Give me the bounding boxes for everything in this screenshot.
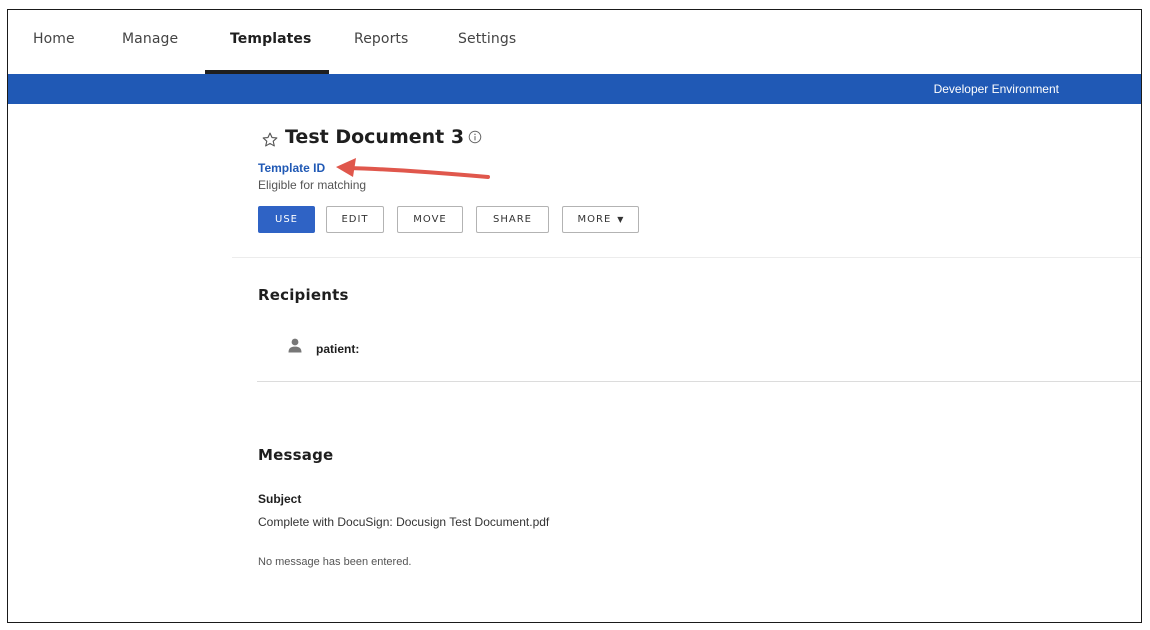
nav-home[interactable]: Home xyxy=(33,31,75,47)
nav-settings[interactable]: Settings xyxy=(458,31,516,47)
edit-button-label: EDIT xyxy=(341,214,369,225)
nav-manage[interactable]: Manage xyxy=(122,31,178,47)
more-button[interactable]: MORE ▼ xyxy=(562,206,639,233)
header-divider xyxy=(232,257,1141,258)
top-nav: Home Manage Templates Reports Settings xyxy=(8,10,1141,74)
template-title: Test Document 3 xyxy=(285,126,465,148)
subject-label: Subject xyxy=(258,492,302,506)
message-body: No message has been entered. xyxy=(258,556,412,568)
nav-templates[interactable]: Templates xyxy=(230,31,311,47)
person-icon xyxy=(288,338,302,353)
move-button[interactable]: MOVE xyxy=(397,206,463,233)
environment-banner: Developer Environment xyxy=(8,74,1141,104)
template-id-link[interactable]: Template ID xyxy=(258,161,325,175)
move-button-label: MOVE xyxy=(413,214,447,225)
use-button[interactable]: USE xyxy=(258,206,315,233)
info-circle-icon[interactable] xyxy=(468,130,482,144)
annotation-arrow xyxy=(336,158,490,179)
recipients-divider xyxy=(257,381,1141,382)
app-window: Home Manage Templates Reports Settings D… xyxy=(7,9,1142,623)
message-heading: Message xyxy=(258,446,334,464)
share-button[interactable]: SHARE xyxy=(476,206,549,233)
subject-value: Complete with DocuSign: Docusign Test Do… xyxy=(258,515,550,529)
more-button-label: MORE xyxy=(577,214,612,225)
caret-down-icon: ▼ xyxy=(617,215,624,224)
recipients-heading: Recipients xyxy=(258,286,349,304)
use-button-label: USE xyxy=(275,214,298,225)
nav-reports[interactable]: Reports xyxy=(354,31,408,47)
edit-button[interactable]: EDIT xyxy=(326,206,384,233)
share-button-label: SHARE xyxy=(493,214,532,225)
star-outline-icon[interactable] xyxy=(261,131,279,149)
environment-label: Developer Environment xyxy=(933,82,1059,96)
recipient-name: patient: xyxy=(316,342,360,356)
